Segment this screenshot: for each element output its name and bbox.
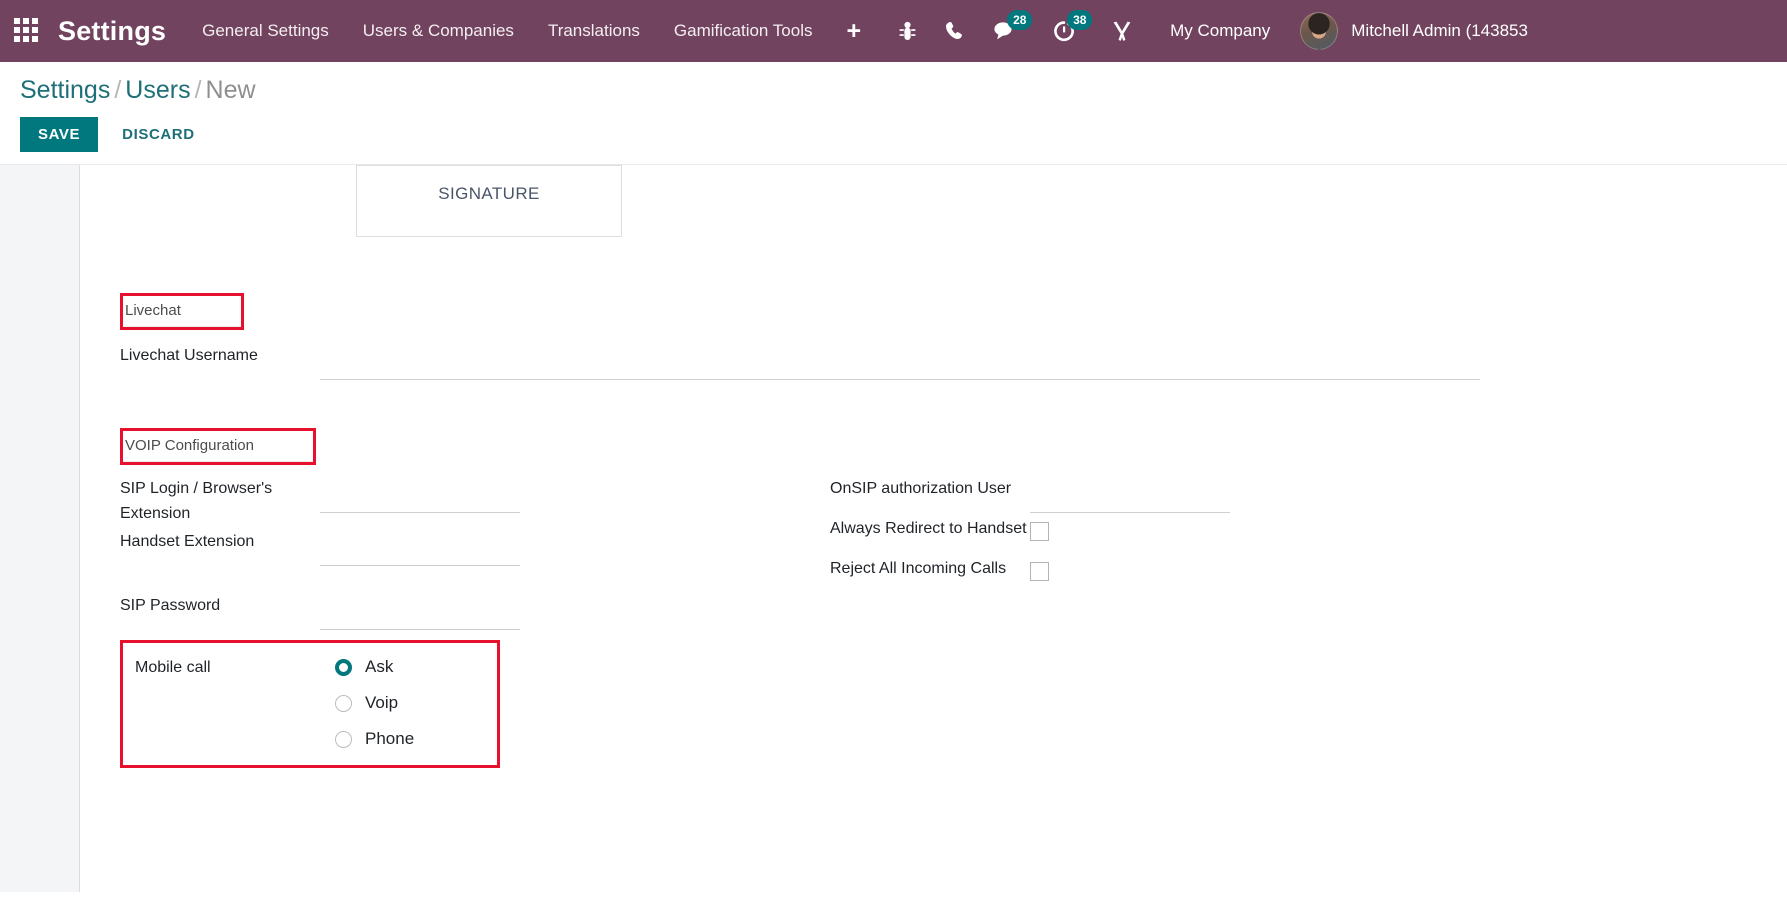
annotation-box-livechat: Livechat — [120, 293, 244, 330]
developer-tools-icon[interactable] — [1112, 21, 1132, 41]
company-switcher[interactable]: My Company — [1170, 21, 1270, 41]
livechat-section: Livechat Livechat Username — [120, 293, 1747, 380]
sip-login-field: SIP Login / Browser's Extension — [120, 475, 820, 526]
breadcrumb: Settings / Users / New — [20, 76, 1787, 105]
user-menu[interactable]: Mitchell Admin (143853 — [1300, 12, 1528, 50]
mobile-call-label: Mobile call — [135, 659, 211, 676]
mobile-call-option-ask[interactable]: Ask — [335, 657, 414, 677]
messages-badge: 28 — [1007, 10, 1033, 30]
save-button[interactable]: SAVE — [20, 117, 99, 152]
handset-extension-label: Handset Extension — [120, 533, 255, 550]
mobile-call-radio-group: Mobile call Ask Voip Phone — [120, 640, 500, 768]
always-redirect-handset-field: Always Redirect to Handset — [830, 515, 1530, 553]
sip-login-label: SIP Login / Browser's Extension — [120, 480, 273, 522]
form-view-area: SIGNATURE Livechat Livechat Username VOI… — [0, 165, 1787, 892]
livechat-username-input[interactable] — [320, 356, 1480, 380]
add-icon[interactable]: + — [847, 17, 862, 46]
activities-clock-icon[interactable]: 38 — [1054, 9, 1093, 42]
reject-all-incoming-calls-label: Reject All Incoming Calls — [830, 560, 1007, 577]
form-action-buttons: SAVE DISCARD — [20, 117, 1787, 152]
onsip-authorization-user-field: OnSIP authorization User — [830, 475, 1530, 513]
breadcrumb-separator-2: / — [194, 76, 202, 104]
always-redirect-handset-label: Always Redirect to Handset — [830, 520, 1027, 537]
messages-icon[interactable]: 28 — [994, 10, 1033, 41]
sip-password-label: SIP Password — [120, 597, 221, 614]
signature-spacer — [120, 165, 356, 237]
breadcrumb-settings[interactable]: Settings — [20, 76, 110, 104]
menu-translations[interactable]: Translations — [548, 21, 640, 41]
mobile-call-option-phone[interactable]: Phone — [335, 729, 414, 749]
voip-fields-grid: SIP Login / Browser's Extension Handset … — [120, 475, 1747, 768]
onsip-authorization-user-label: OnSIP authorization User — [830, 480, 1012, 497]
voip-left-column: SIP Login / Browser's Extension Handset … — [120, 475, 820, 768]
livechat-username-field: Livechat Username — [120, 342, 1747, 380]
avatar — [1300, 12, 1339, 50]
activities-badge: 38 — [1067, 9, 1093, 30]
field-spacer — [120, 568, 820, 592]
always-redirect-handset-checkbox[interactable] — [1030, 522, 1049, 541]
user-name-label: Mitchell Admin (143853 — [1351, 21, 1528, 40]
handset-extension-field: Handset Extension — [120, 528, 820, 566]
mobile-call-option-voip[interactable]: Voip — [335, 693, 414, 713]
menu-gamification-tools[interactable]: Gamification Tools — [674, 21, 813, 41]
sip-password-field: SIP Password — [120, 592, 820, 630]
mobile-call-option-ask-label: Ask — [365, 657, 394, 676]
signature-field[interactable]: SIGNATURE — [356, 165, 622, 237]
onsip-authorization-user-input[interactable] — [1030, 489, 1230, 513]
menu-general-settings[interactable]: General Settings — [202, 21, 329, 41]
annotation-box-voip: VOIP Configuration — [120, 428, 316, 465]
reject-all-incoming-calls-field: Reject All Incoming Calls — [830, 555, 1530, 593]
form-sheet: SIGNATURE Livechat Livechat Username VOI… — [80, 165, 1787, 892]
radio-unselected-icon[interactable] — [335, 694, 352, 712]
phone-icon[interactable] — [946, 21, 964, 41]
reject-all-incoming-calls-checkbox[interactable] — [1030, 562, 1049, 581]
signature-label: SIGNATURE — [438, 184, 540, 203]
control-panel: Settings / Users / New SAVE DISCARD — [0, 62, 1787, 165]
radio-unselected-icon[interactable] — [335, 730, 352, 748]
sip-login-input[interactable] — [320, 489, 520, 513]
radio-selected-icon[interactable] — [335, 658, 352, 676]
top-navbar: Settings General Settings Users & Compan… — [0, 0, 1787, 62]
voip-section: VOIP Configuration SIP Login / Browser's… — [120, 428, 1747, 768]
livechat-section-title: Livechat — [123, 296, 241, 327]
voip-right-column: OnSIP authorization User Always Redirect… — [830, 475, 1530, 768]
signature-row: SIGNATURE — [120, 165, 1747, 237]
menu-users-companies[interactable]: Users & Companies — [363, 21, 514, 41]
breadcrumb-users[interactable]: Users — [125, 76, 190, 104]
mobile-call-options: Ask Voip Phone — [335, 657, 414, 749]
voip-section-title: VOIP Configuration — [123, 431, 313, 462]
bug-icon[interactable] — [899, 21, 916, 41]
mobile-call-option-voip-label: Voip — [365, 693, 399, 712]
mobile-call-option-phone-label: Phone — [365, 729, 415, 748]
left-gutter — [0, 165, 80, 892]
discard-button[interactable]: DISCARD — [112, 117, 205, 152]
app-brand-settings[interactable]: Settings — [58, 16, 166, 47]
breadcrumb-current: New — [205, 76, 256, 104]
sip-password-input[interactable] — [320, 606, 520, 630]
breadcrumb-separator-1: / — [114, 76, 122, 104]
handset-extension-input[interactable] — [320, 542, 520, 566]
apps-grid-icon[interactable] — [14, 18, 40, 44]
livechat-username-label: Livechat Username — [120, 347, 258, 364]
